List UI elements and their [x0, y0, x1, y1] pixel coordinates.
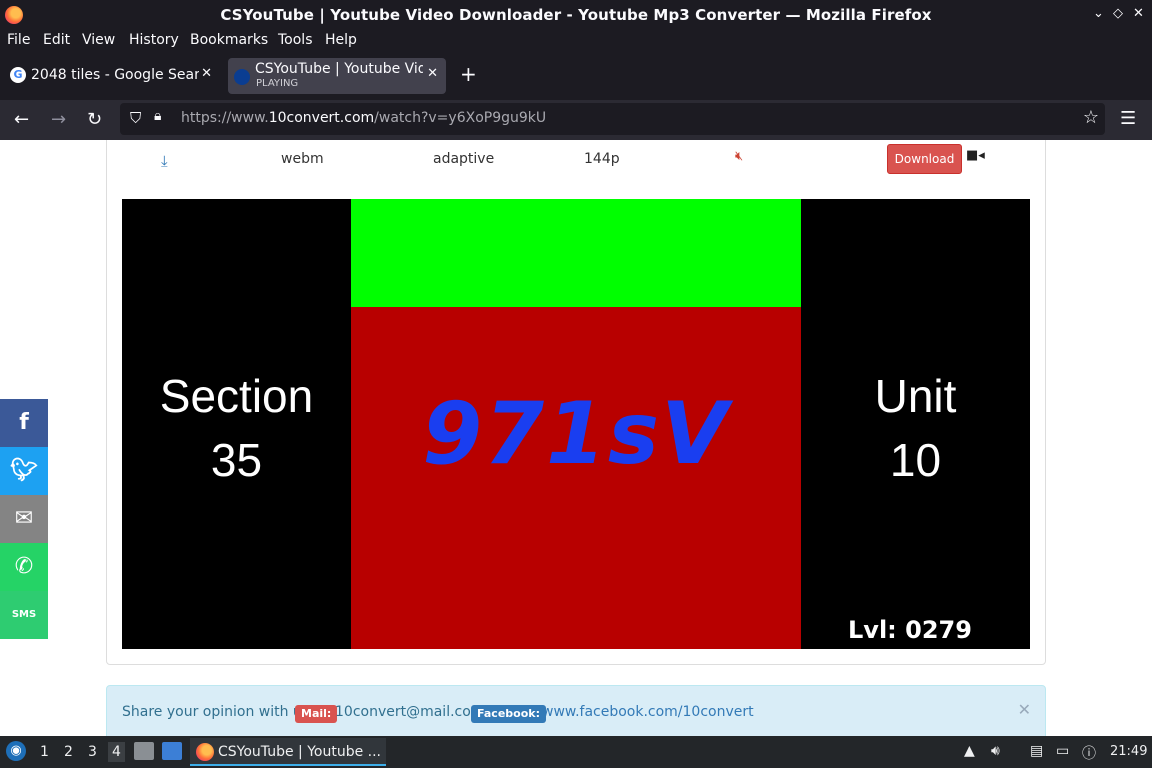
facebook-link[interactable]: www.facebook.com/10convert: [542, 704, 754, 720]
url-bar[interactable]: ⛉ 🔒︎ https://www.10convert.com/watch?v=y…: [120, 103, 1105, 135]
reload-icon[interactable]: ↻: [87, 109, 102, 130]
format-type: adaptive: [433, 151, 495, 167]
window-title: CSYouTube | Youtube Video Downloader - Y…: [220, 6, 932, 24]
tray-arrow-icon[interactable]: ▲: [964, 743, 975, 759]
desktop-icon[interactable]: [162, 742, 182, 760]
tab-csyoutube[interactable]: CSYouTube | Youtube Video Downloader PLA…: [228, 58, 446, 94]
menu-file[interactable]: File: [7, 32, 30, 48]
forward-icon[interactable]: →: [51, 109, 66, 130]
maximize-icon[interactable]: ◇: [1113, 6, 1123, 21]
format-ext: webm: [281, 151, 324, 167]
start-menu-icon[interactable]: ◉: [6, 741, 26, 761]
clipboard-icon[interactable]: ▤: [1030, 743, 1043, 759]
menu-bookmarks[interactable]: Bookmarks: [190, 32, 268, 48]
menu-view[interactable]: View: [82, 32, 115, 48]
shield-icon[interactable]: ⛉: [130, 109, 141, 127]
facebook-share-icon[interactable]: f: [0, 399, 48, 447]
navigation-bar: ← → ↻ ⛉ 🔒︎ https://www.10convert.com/wat…: [0, 100, 1152, 140]
menu-help[interactable]: Help: [325, 32, 357, 48]
unit-label: Unit 10: [874, 370, 957, 486]
section-label: Section 35: [159, 370, 314, 486]
format-row: ⤓ webm adaptive 144p 🔇︎ Download ■◂: [0, 140, 1152, 180]
close-tab-icon[interactable]: ✕: [201, 66, 212, 81]
whatsapp-share-icon[interactable]: ✆: [0, 543, 48, 591]
workspace-1[interactable]: 1: [40, 744, 49, 760]
close-alert-icon[interactable]: ✕: [1018, 700, 1031, 719]
tab-label: 2048 tiles - Google Search: [31, 67, 199, 83]
volume-icon[interactable]: 🔊︎: [991, 743, 1000, 759]
facebook-badge: Facebook:: [471, 705, 546, 723]
download-arrow-icon[interactable]: ⤓: [161, 152, 168, 170]
tab-playing-label: PLAYING: [256, 78, 299, 89]
minimize-icon[interactable]: ⌄: [1093, 6, 1104, 21]
task-firefox[interactable]: CSYouTube | Youtube ...: [190, 738, 386, 766]
new-tab-icon[interactable]: +: [460, 62, 477, 86]
app-menu-icon[interactable]: ☰: [1120, 108, 1136, 129]
menu-edit[interactable]: Edit: [43, 32, 70, 48]
video-camera-icon: ■◂: [966, 148, 985, 163]
window-titlebar: CSYouTube | Youtube Video Downloader - Y…: [0, 0, 1152, 30]
tab-label: CSYouTube | Youtube Video Downloader: [255, 61, 423, 77]
download-button[interactable]: Download: [887, 144, 962, 174]
green-block: [351, 199, 801, 307]
file-manager-icon[interactable]: [134, 742, 154, 760]
tab-bar: G 2048 tiles - Google Search ✕ CSYouTube…: [0, 52, 1152, 100]
lock-icon[interactable]: 🔒︎: [154, 108, 161, 124]
network-icon[interactable]: ▭: [1056, 743, 1069, 759]
format-quality: 144p: [584, 151, 620, 167]
email-text: 10convert@mail.com: [335, 704, 485, 720]
center-code: 971sV: [422, 384, 730, 484]
close-tab-icon[interactable]: ✕: [427, 66, 438, 81]
notification-icon[interactable]: ⓘ: [1082, 743, 1096, 763]
menu-bar: File Edit View History Bookmarks Tools H…: [0, 30, 1152, 52]
page-content: ⤓ webm adaptive 144p 🔇︎ Download ■◂ Sect…: [0, 140, 1152, 736]
menu-tools[interactable]: Tools: [278, 32, 313, 48]
task-label: CSYouTube | Youtube ...: [218, 744, 382, 760]
workspace-2[interactable]: 2: [64, 744, 73, 760]
workspace-4[interactable]: 4: [108, 742, 125, 762]
back-icon[interactable]: ←: [14, 109, 29, 130]
sms-share-icon[interactable]: SMS: [0, 591, 48, 639]
bookmark-star-icon[interactable]: ☆: [1083, 107, 1099, 128]
workspace-3[interactable]: 3: [88, 744, 97, 760]
clock: 21:49: [1110, 744, 1148, 759]
firefox-icon: [196, 743, 214, 761]
level-label: Lvl: 0279: [848, 616, 972, 644]
twitter-share-icon[interactable]: 🐦︎: [0, 447, 48, 495]
taskbar: ◉ 1 2 3 4 CSYouTube | Youtube ... ▲ 🔊︎ ▤…: [0, 736, 1152, 768]
email-share-icon[interactable]: ✉: [0, 495, 48, 543]
alert-text: Share your opinion with us!: [122, 704, 315, 720]
mail-badge: Mail:: [295, 705, 338, 723]
url-text[interactable]: https://www.10convert.com/watch?v=y6XoP9…: [181, 110, 546, 126]
no-audio-icon: 🔇︎: [735, 149, 744, 164]
google-icon: G: [10, 67, 26, 83]
menu-history[interactable]: History: [129, 32, 179, 48]
csyoutube-icon: [234, 69, 250, 85]
close-window-icon[interactable]: ✕: [1133, 6, 1144, 21]
tab-google-search[interactable]: G 2048 tiles - Google Search ✕: [4, 58, 220, 94]
feedback-alert: Share your opinion with us! Mail: 10conv…: [106, 685, 1046, 736]
video-player[interactable]: Section 35 Unit 10 971sV Lvl: 0279: [122, 199, 1030, 649]
